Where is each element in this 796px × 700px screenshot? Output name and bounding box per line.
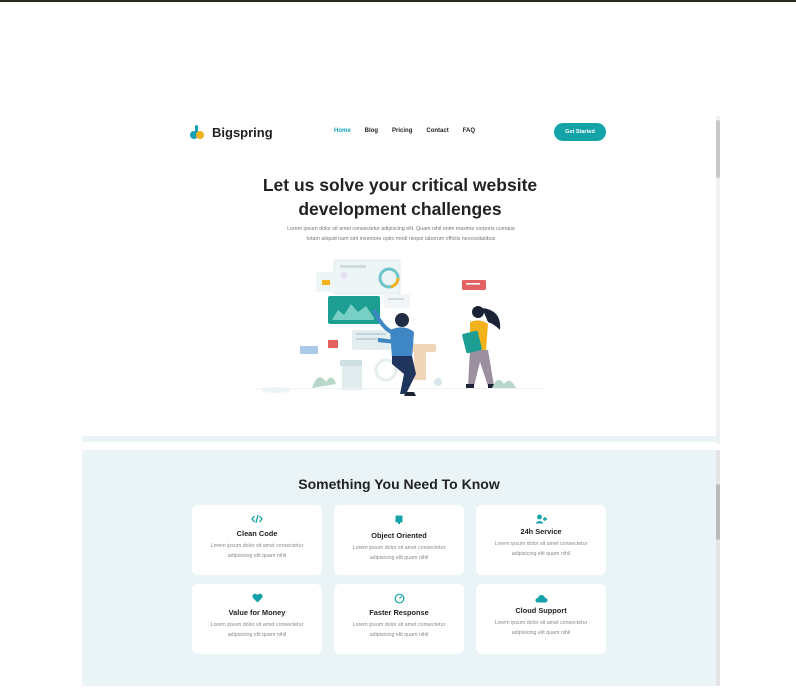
feature-desc-line1: Lorem ipsum dolor sit amet consectetur [210,622,304,628]
feature-desc-line2: adipisicing elit quam nihil [369,555,429,561]
scrollbar[interactable] [716,450,720,686]
feature-title: Faster Response [369,608,429,617]
features-section: Something You Need To Know Clean Code Lo… [82,450,718,686]
feature-title: Clean Code [236,529,278,538]
hero-page: Bigspring Home Blog Pricing Contact FAQ … [82,116,718,440]
feature-desc-line1: Lorem ipsum dolor sit amet consectetur [352,545,446,551]
scrollbar-thumb[interactable] [716,484,720,540]
hero-illustration [256,259,546,396]
nav-item-blog[interactable]: Blog [365,128,378,134]
feature-desc-line2: adipisicing elit quam nihil [369,632,429,638]
feature-card-faster-response: Faster Response Lorem ipsum dolor sit am… [334,584,464,654]
brand-logo[interactable]: Bigspring [190,122,273,142]
nav-item-pricing[interactable]: Pricing [392,128,412,134]
feature-desc-line2: adipisicing elit quam nihil [227,553,287,559]
code-icon [249,513,265,525]
gauge-icon [391,592,407,604]
main-nav: Home Blog Pricing Contact FAQ [334,128,475,134]
feature-desc-line2: adipisicing elit quam nihil [511,630,571,636]
hero-title-line2: development challenges [298,199,502,219]
cloud-icon [533,592,549,604]
section-divider [82,436,718,442]
nav-item-home[interactable]: Home [334,128,351,134]
hero-title: Let us solve your critical website devel… [232,173,568,221]
feature-card-clean-code: Clean Code Lorem ipsum dolor sit amet co… [192,505,322,575]
scrollbar-thumb[interactable] [716,120,720,178]
hero-subtitle-line1: Lorem ipsum dolor sit amet consectetur a… [287,226,515,232]
feature-desc: Lorem ipsum dolor sit amet consectetur a… [200,541,314,561]
brand-name: Bigspring [212,124,273,140]
feature-desc-line2: adipisicing elit quam nihil [511,551,571,557]
feature-desc: Lorem ipsum dolor sit amet consectetur a… [484,618,598,638]
feature-desc: Lorem ipsum dolor sit amet consectetur a… [342,543,456,563]
feature-desc-line1: Lorem ipsum dolor sit amet consectetur [352,622,446,628]
hero-title-line1: Let us solve your critical website [262,175,538,195]
hero-subtitle: Lorem ipsum dolor sit amet consectetur a… [256,224,546,244]
top-border [0,0,796,2]
feature-desc: Lorem ipsum dolor sit amet consectetur a… [342,620,456,640]
heart-icon [249,592,265,604]
feature-desc: Lorem ipsum dolor sit amet consectetur a… [484,539,598,559]
feature-desc-line1: Lorem ipsum dolor sit amet consectetur [494,620,588,626]
features-title: Something You Need To Know [298,476,500,492]
nav-item-contact[interactable]: Contact [426,128,448,134]
feature-title: Cloud Support [515,606,567,615]
nav-item-faq[interactable]: FAQ [463,128,475,134]
cube-icon [391,513,407,525]
feature-title: 24h Service [520,527,562,536]
feature-card-value-for-money: Value for Money Lorem ipsum dolor sit am… [192,584,322,654]
feature-card-object-oriented: Object Oriented Lorem ipsum dolor sit am… [334,505,464,575]
feature-card-cloud-support: Cloud Support Lorem ipsum dolor sit amet… [476,584,606,654]
feature-desc: Lorem ipsum dolor sit amet consectetur a… [200,620,314,640]
feature-desc-line1: Lorem ipsum dolor sit amet consectetur [494,541,588,547]
feature-card-24h-service: 24h Service Lorem ipsum dolor sit amet c… [476,505,606,575]
user-plus-icon [533,513,549,525]
feature-title: Value for Money [228,608,286,617]
feature-desc-line1: Lorem ipsum dolor sit amet consectetur [210,543,304,549]
hero-subtitle-line2: totam aliquid nam sint inventore optio m… [306,236,496,242]
logo-icon [190,125,208,139]
scrollbar[interactable] [716,116,720,444]
get-started-button[interactable]: Get Started [554,123,606,141]
feature-title: Object Oriented [371,531,427,540]
feature-desc-line2: adipisicing elit quam nihil [227,632,287,638]
